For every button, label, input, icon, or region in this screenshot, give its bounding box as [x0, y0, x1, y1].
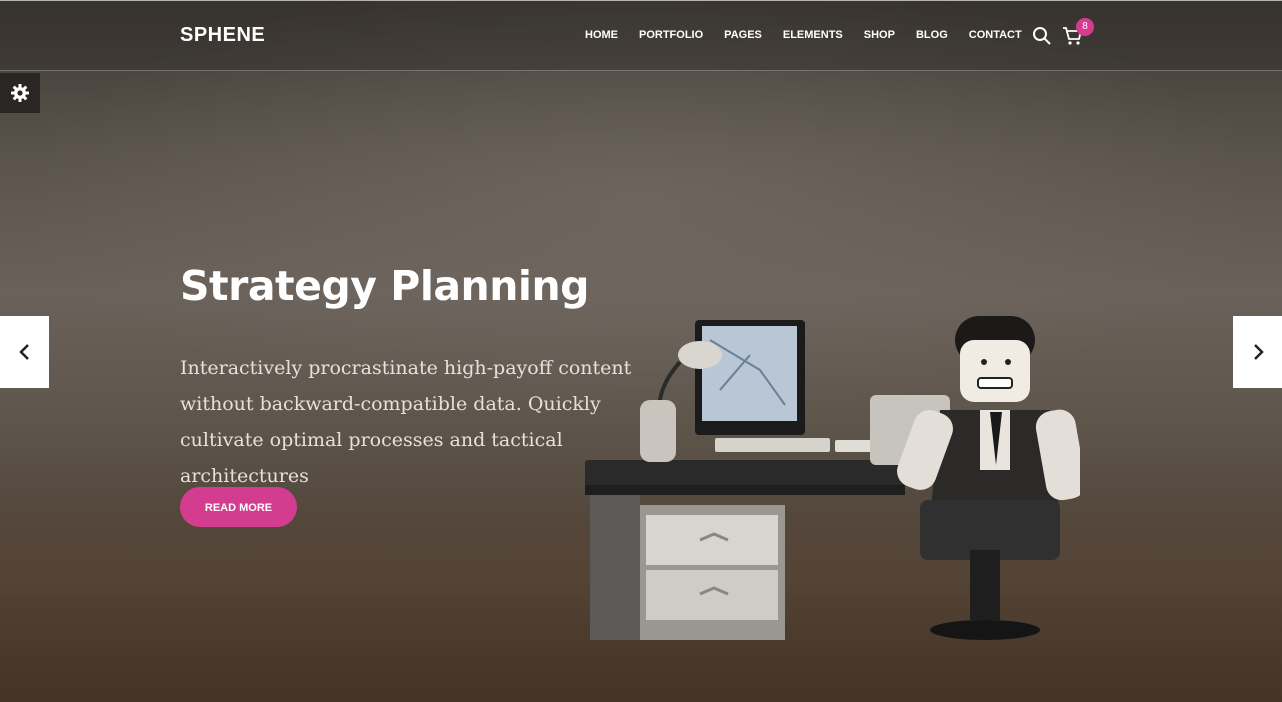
nav-shop[interactable]: SHOP — [864, 29, 895, 41]
gear-icon — [11, 84, 29, 102]
nav-home[interactable]: HOME — [585, 29, 618, 41]
settings-toggle[interactable] — [0, 73, 40, 113]
read-more-button[interactable]: READ MORE — [180, 487, 297, 527]
nav-blog[interactable]: BLOG — [916, 29, 948, 41]
slider-prev-button[interactable] — [0, 316, 49, 388]
nav-pages[interactable]: PAGES — [724, 29, 762, 41]
nav-elements[interactable]: ELEMENTS — [783, 29, 843, 41]
hero-title: Strategy Planning — [180, 262, 590, 310]
chevron-left-icon — [18, 344, 29, 360]
nav-contact[interactable]: CONTACT — [969, 29, 1022, 41]
cart-count-badge: 8 — [1076, 18, 1094, 36]
chevron-right-icon — [1253, 344, 1264, 360]
hero-description: Interactively procrastinate high-payoff … — [180, 357, 632, 487]
site-logo[interactable]: SPHENE — [180, 24, 265, 47]
main-nav: HOME PORTFOLIO PAGES ELEMENTS SHOP BLOG … — [585, 29, 1043, 41]
site-header: SPHENE HOME PORTFOLIO PAGES ELEMENTS SHO… — [0, 1, 1282, 71]
search-icon[interactable] — [1032, 26, 1052, 46]
slider-next-button[interactable] — [1233, 316, 1282, 388]
nav-portfolio[interactable]: PORTFOLIO — [639, 29, 703, 41]
hero-slider: SPHENE HOME PORTFOLIO PAGES ELEMENTS SHO… — [0, 0, 1282, 702]
